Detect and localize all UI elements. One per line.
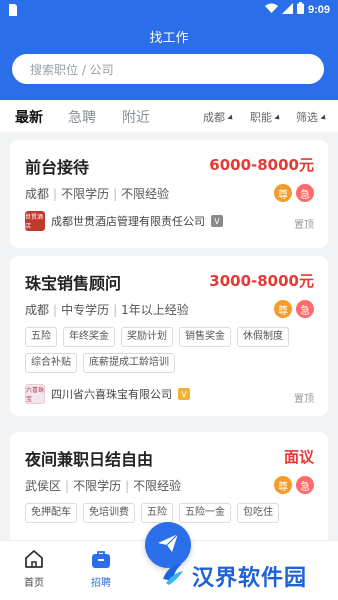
status-bar: 9:09 bbox=[0, 0, 338, 20]
filter-dropdown-label: 筛选 bbox=[296, 111, 318, 124]
job-education: 中专学历 bbox=[61, 303, 110, 317]
job-experience: 不限经验 bbox=[133, 479, 182, 493]
urgent-badge: 急 bbox=[296, 476, 314, 494]
search-input[interactable]: 搜索职位 / 公司 bbox=[12, 54, 324, 84]
job-card[interactable]: 前台接待 6000-8000元 成都 | 不限学历 | 不限经验 尊 急 世贯酒店 成都… bbox=[10, 140, 328, 248]
watermark: 汉界软件园 bbox=[160, 560, 307, 592]
home-icon bbox=[9, 547, 59, 571]
search-placeholder: 搜索职位 / 公司 bbox=[30, 63, 114, 77]
job-tag: 包吃住 bbox=[237, 503, 279, 523]
triangle-down-icon bbox=[274, 114, 282, 122]
triangle-down-icon bbox=[320, 114, 328, 122]
tab-urgent[interactable]: 急聘 bbox=[68, 107, 96, 127]
job-experience: 不限经验 bbox=[121, 187, 170, 201]
job-education: 不限学历 bbox=[73, 479, 122, 493]
job-tag: 五险一金 bbox=[179, 503, 231, 523]
pinned-label: 置顶 bbox=[294, 220, 314, 231]
verified-icon: V bbox=[211, 215, 223, 227]
job-tag: 休假制度 bbox=[237, 327, 289, 347]
company-logo: 六喜珠宝 bbox=[25, 384, 45, 404]
pinned-label: 置顶 bbox=[294, 394, 314, 405]
company-logo: 世贯酒店 bbox=[25, 211, 45, 231]
premium-badge: 尊 bbox=[274, 184, 292, 202]
job-location: 成都 bbox=[25, 187, 50, 201]
urgent-badge: 急 bbox=[296, 184, 314, 202]
company-name: 四川省六喜珠宝有限公司 bbox=[51, 388, 172, 401]
triangle-down-icon bbox=[227, 114, 235, 122]
tab-latest[interactable]: 最新 bbox=[15, 107, 43, 127]
job-tags: 五险 年终奖金 奖励计划 销售奖金 休假制度 综合补贴 底薪提成工龄培训 bbox=[25, 327, 315, 373]
tab-home[interactable]: 首页 bbox=[9, 547, 59, 589]
tab-recruit[interactable]: 招聘 bbox=[76, 547, 126, 589]
job-tag: 综合补贴 bbox=[25, 353, 77, 373]
watermark-logo-icon bbox=[160, 561, 186, 591]
function-dropdown[interactable]: 职能 bbox=[250, 109, 282, 125]
job-experience: 1年以上经验 bbox=[121, 303, 189, 317]
briefcase-icon bbox=[76, 547, 126, 571]
tab-recruit-label: 招聘 bbox=[91, 578, 111, 589]
tab-home-label: 首页 bbox=[24, 578, 44, 589]
watermark-text: 汉界软件园 bbox=[192, 566, 308, 591]
premium-badge: 尊 bbox=[274, 300, 292, 318]
job-badges: 尊 急 bbox=[274, 184, 314, 202]
job-title: 珠宝销售顾问 bbox=[25, 274, 122, 293]
sim-card-icon bbox=[8, 2, 18, 21]
battery-icon bbox=[296, 2, 304, 17]
job-tag: 奖励计划 bbox=[121, 327, 173, 347]
job-title: 夜间兼职日结自由 bbox=[25, 450, 154, 469]
verified-icon: V bbox=[178, 388, 190, 400]
city-dropdown[interactable]: 成都 bbox=[203, 109, 235, 125]
status-time: 9:09 bbox=[307, 3, 330, 16]
company-name: 成都世贯酒店管理有限责任公司 bbox=[51, 215, 205, 228]
job-location: 成都 bbox=[25, 303, 50, 317]
signal-icon bbox=[281, 2, 293, 17]
job-meta: 武侯区 | 不限学历 | 不限经验 bbox=[25, 479, 182, 493]
job-tag: 五险 bbox=[141, 503, 173, 523]
filter-dropdown[interactable]: 筛选 bbox=[296, 109, 328, 125]
function-dropdown-label: 职能 bbox=[250, 111, 272, 124]
job-salary: 6000-8000元 bbox=[209, 156, 314, 174]
job-salary: 面议 bbox=[283, 448, 314, 466]
job-tag: 五险 bbox=[25, 327, 57, 347]
app-header: 找工作 搜索职位 / 公司 bbox=[0, 20, 338, 100]
page-title: 找工作 bbox=[149, 31, 189, 46]
job-tag: 底薪提成工龄培训 bbox=[83, 353, 175, 373]
job-meta: 成都 | 中专学历 | 1年以上经验 bbox=[25, 303, 189, 317]
job-tag: 年终奖金 bbox=[63, 327, 115, 347]
job-tag: 免培训费 bbox=[83, 503, 135, 523]
job-location: 武侯区 bbox=[25, 479, 62, 493]
job-tag: 免押配车 bbox=[25, 503, 77, 523]
job-tags: 免押配车 免培训费 五险 五险一金 包吃住 bbox=[25, 503, 315, 523]
send-icon bbox=[156, 531, 180, 559]
wifi-icon bbox=[264, 3, 278, 17]
job-title: 前台接待 bbox=[25, 158, 90, 177]
premium-badge: 尊 bbox=[274, 476, 292, 494]
tab-nearby[interactable]: 附近 bbox=[122, 107, 150, 127]
job-card[interactable]: 珠宝销售顾问 3000-8000元 成都 | 中专学历 | 1年以上经验 尊 急 五险 … bbox=[10, 256, 328, 416]
company-row[interactable]: 世贯酒店 成都世贯酒店管理有限责任公司 V bbox=[25, 211, 223, 231]
job-education: 不限学历 bbox=[61, 187, 110, 201]
job-tag: 销售奖金 bbox=[179, 327, 231, 347]
company-row[interactable]: 六喜珠宝 四川省六喜珠宝有限公司 V bbox=[25, 384, 190, 404]
filter-bar: 最新 急聘 附近 成都 职能 筛选 bbox=[0, 100, 338, 132]
job-salary: 3000-8000元 bbox=[209, 272, 314, 290]
job-badges: 尊 急 bbox=[274, 476, 314, 494]
city-dropdown-label: 成都 bbox=[203, 111, 225, 124]
job-meta: 成都 | 不限学历 | 不限经验 bbox=[25, 187, 170, 201]
urgent-badge: 急 bbox=[296, 300, 314, 318]
job-badges: 尊 急 bbox=[274, 300, 314, 318]
